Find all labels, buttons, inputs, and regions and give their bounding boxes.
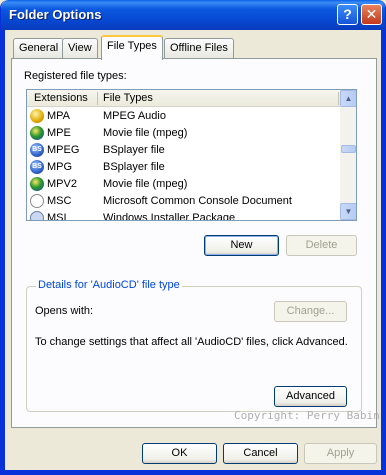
help-button[interactable]: ? (337, 4, 358, 25)
list-item[interactable]: MSI Windows Installer Package (27, 210, 340, 221)
advanced-button[interactable]: Advanced (274, 386, 347, 407)
movie-icon (30, 177, 44, 191)
tab-general[interactable]: General (13, 38, 65, 58)
list-item[interactable]: MPA MPEG Audio (27, 108, 340, 125)
file-types-list[interactable]: Extensions File Types MPA MPEG Audio MPE… (26, 89, 357, 221)
file-types-panel: Registered file types: Extensions File T… (11, 58, 377, 428)
list-item[interactable]: MPV2 Movie file (mpeg) (27, 176, 340, 193)
extension: MPE (47, 127, 71, 139)
file-type: Movie file (mpeg) (103, 178, 188, 190)
file-type: Windows Installer Package (103, 212, 236, 221)
file-type: MPEG Audio (103, 110, 166, 122)
column-extensions[interactable]: Extensions (34, 92, 88, 104)
tab-file-types[interactable]: File Types (101, 35, 163, 60)
bsplayer-icon: BS (30, 160, 44, 174)
new-button[interactable]: New (204, 235, 279, 256)
copyright-watermark: Copyright: Perry Babin (234, 409, 380, 422)
extension: MPV2 (47, 178, 77, 190)
file-type: BSplayer file (103, 161, 165, 173)
extension: MPG (47, 161, 73, 173)
delete-button[interactable]: Delete (286, 235, 357, 256)
question-icon: ? (343, 6, 352, 22)
details-title: Details for 'AudioCD' file type (36, 279, 182, 291)
tab-view[interactable]: View (62, 38, 98, 58)
window-title: Folder Options (9, 7, 102, 22)
vertical-scrollbar[interactable]: ▲ ▼ (340, 90, 356, 220)
file-type: Movie file (mpeg) (103, 127, 188, 139)
change-button[interactable]: Change... (274, 301, 347, 322)
chevron-up-icon: ▲ (344, 94, 353, 103)
window-frame (381, 30, 385, 474)
console-icon (30, 194, 44, 208)
scroll-up-button[interactable]: ▲ (340, 90, 356, 107)
extension: MSI (47, 212, 67, 221)
extension: MSC (47, 195, 72, 207)
file-type: Microsoft Common Console Document (103, 195, 292, 207)
window-frame (1, 470, 385, 474)
apply-button[interactable]: Apply (304, 443, 377, 464)
column-divider[interactable] (338, 92, 339, 105)
bsplayer-icon: BS (30, 143, 44, 157)
scroll-thumb[interactable] (341, 145, 356, 153)
details-description: To change settings that affect all 'Audi… (35, 336, 348, 348)
list-header: Extensions File Types (27, 90, 340, 107)
scroll-down-button[interactable]: ▼ (340, 203, 356, 220)
chevron-down-icon: ▼ (344, 207, 353, 216)
file-type: BSplayer file (103, 144, 165, 156)
installer-icon (30, 211, 44, 220)
column-file-types[interactable]: File Types (103, 92, 153, 104)
movie-icon (30, 126, 44, 140)
title-bar[interactable]: Folder Options ? ✕ (1, 0, 385, 30)
list-item[interactable]: MSC Microsoft Common Console Document (27, 193, 340, 210)
window-frame (1, 30, 5, 474)
extension: MPEG (47, 144, 80, 156)
tab-offline-files[interactable]: Offline Files (164, 38, 234, 58)
column-divider[interactable] (97, 92, 98, 105)
list-item[interactable]: MPE Movie file (mpeg) (27, 125, 340, 142)
registered-types-label: Registered file types: (24, 70, 127, 82)
list-item[interactable]: BS MPG BSplayer file (27, 159, 340, 176)
close-icon: ✕ (365, 6, 378, 22)
cancel-button[interactable]: Cancel (223, 443, 298, 464)
list-item[interactable]: BS MPEG BSplayer file (27, 142, 340, 159)
audio-icon (30, 109, 44, 123)
extension: MPA (47, 110, 71, 122)
ok-button[interactable]: OK (142, 443, 217, 464)
folder-options-window: Folder Options ? ✕ General View File Typ… (0, 0, 386, 475)
opens-with-label: Opens with: (35, 305, 94, 317)
close-button[interactable]: ✕ (361, 4, 382, 25)
